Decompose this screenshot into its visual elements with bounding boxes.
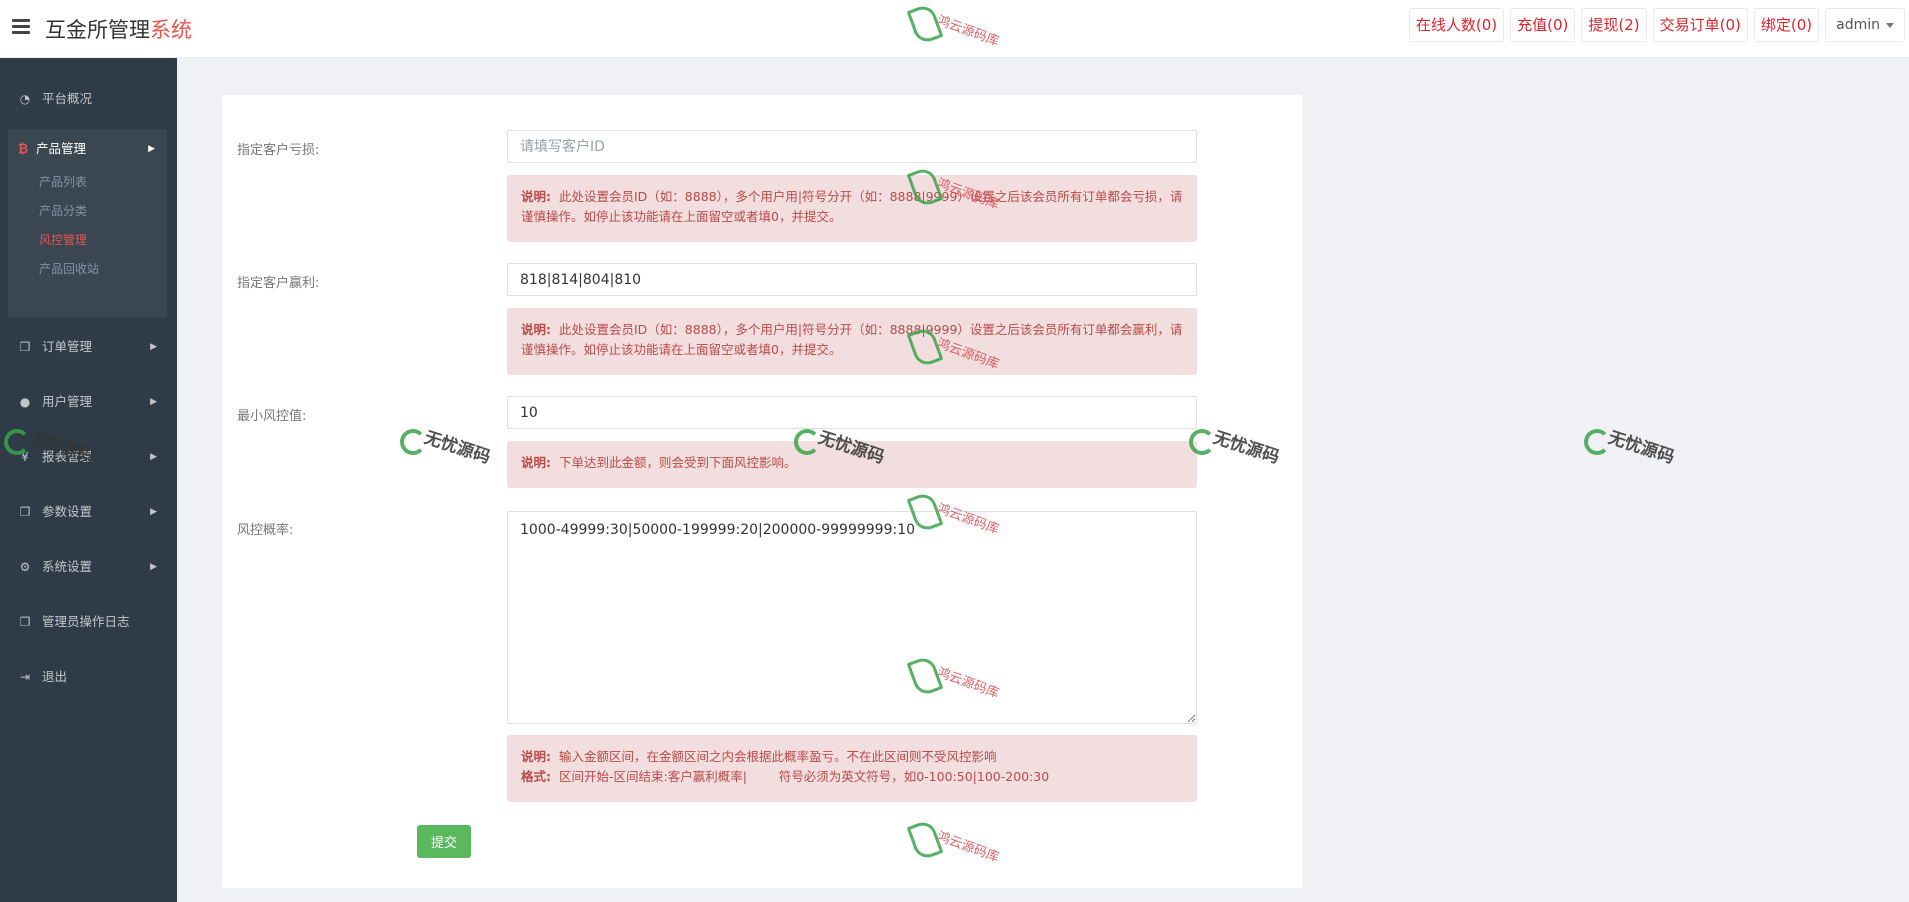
min-risk-label: 最小风控值: [237,409,307,424]
brand-title: 互金所管理系统 [45,14,192,44]
risk-rate-label: 风控概率: [237,523,294,538]
loss-customer-input[interactable] [507,130,1197,163]
loss-note: 说明: 此处设置会员ID（如：8888），多个用户用|符号分开（如：8888|99… [507,175,1197,242]
sidebar-subitem-product-category[interactable]: 产品分类 [39,201,87,221]
risk-control-form: 指定客户亏损: 说明:此处设置会员ID（如：8888），多个用户用|符号分开（如… [222,95,1302,888]
watermark-text: 无忧源码 [1605,427,1677,468]
bind-button[interactable]: 绑定(0) [1753,8,1820,42]
min-risk-input[interactable] [507,396,1197,429]
watermark: 无忧源码 [1584,425,1684,468]
sidebar-subitem-risk-control[interactable]: 风控管理 [39,230,87,250]
menu-toggle-icon[interactable] [12,19,30,35]
note-text: 此处设置会员ID（如：8888），多个用户用|符号分开（如：8888|9999）… [521,322,1183,357]
sidebar-group-products: ₿ 产品管理 ▶ 产品列表 产品分类 风控管理 产品回收站 [8,129,167,317]
dashboard-icon: ◔ [19,92,31,106]
caret-right-icon: ▶ [150,397,157,407]
win-note: 说明: 此处设置会员ID（如：8888），多个用户用|符号分开（如：8888|99… [507,308,1197,375]
recharge-button[interactable]: 充值(0) [1510,8,1576,42]
caret-right-icon: ▶ [150,452,157,462]
note-title: 说明: [521,455,551,470]
sidebar-item-label: 退出 [42,669,68,684]
brand-main: 互金所管理 [45,18,150,42]
sidebar-item-label: 产品管理 [36,141,87,156]
sidebar-item-dashboard[interactable]: ◔ 平台概况 [0,79,177,119]
note-line: 说明: 输入金额区间，在金额区间之内会根据此概率盈亏。不在此区间则不受风控影响 [521,747,1183,767]
win-customer-input[interactable] [507,263,1197,296]
sidebar-item-label: 用户管理 [42,394,93,409]
sign-out-icon: ⇥ [19,670,31,684]
note-text: 此处设置会员ID（如：8888），多个用户用|符号分开（如：8888|9999）… [521,189,1183,224]
sidebar-item-label: 管理员操作日志 [42,614,130,629]
sidebar-item-label: 参数设置 [42,504,93,519]
note-text: 输入金额区间，在金额区间之内会根据此概率盈亏。不在此区间则不受风控影响 [559,749,997,764]
withdraw-button[interactable]: 提现(2) [1581,8,1647,42]
top-nav: 在线人数(0) 充值(0) 提现(2) 交易订单(0) 绑定(0) admin [1408,8,1905,42]
risk-rate-note: 说明: 输入金额区间，在金额区间之内会根据此概率盈亏。不在此区间则不受风控影响 格… [507,735,1197,802]
caret-down-icon [1886,22,1894,28]
note-title: 格式: [521,769,551,784]
top-header: 互金所管理系统 在线人数(0) 充值(0) 提现(2) 交易订单(0) 绑定(0… [0,0,1909,58]
note-title: 说明: [521,189,551,204]
user-name: admin [1836,17,1880,33]
caret-right-icon: ▶ [148,144,155,154]
user-menu[interactable]: admin [1825,8,1905,42]
sidebar-item-label: 系统设置 [42,559,93,574]
note-line: 格式: 区间开始-区间结束:客户赢利概率| 符号必须为英文符号，如0-100:50… [521,767,1183,787]
sidebar-item-label: 订单管理 [42,339,93,354]
sidebar-subitem-product-list[interactable]: 产品列表 [39,172,87,192]
note-text: 下单达到此金额，则会受到下面风控影响。 [559,455,797,470]
submit-button[interactable]: 提交 [417,825,471,858]
online-users-button[interactable]: 在线人数(0) [1408,8,1505,42]
win-label: 指定客户赢利: [237,276,320,291]
logo-ring-icon [1584,429,1610,455]
sidebar-item-products[interactable]: ₿ 产品管理 ▶ [8,129,167,169]
yen-icon: ¥ [21,450,29,464]
brand-accent: 系统 [150,18,192,42]
sidebar-item-logout[interactable]: ⇥ 退出 [0,657,177,697]
sidebar-subitem-recycle-bin[interactable]: 产品回收站 [39,259,99,279]
sidebar-item-label: 平台概况 [42,91,93,106]
trade-orders-button[interactable]: 交易订单(0) [1652,8,1748,42]
caret-right-icon: ▶ [150,342,157,352]
note-title: 说明: [521,749,551,764]
user-icon: ● [19,395,31,409]
bitcoin-icon: ₿ [18,141,29,156]
sidebar-item-system[interactable]: ⚙ 系统设置 ▶ [0,547,177,587]
sidebar-item-label: 报表管理 [42,449,93,464]
caret-right-icon: ▶ [150,507,157,517]
sidebar-item-reports[interactable]: ¥ 报表管理 ▶ [0,437,177,477]
copy-icon: ❐ [19,615,31,629]
sidebar-item-users[interactable]: ● 用户管理 ▶ [0,382,177,422]
sidebar: ◔ 平台概况 ₿ 产品管理 ▶ 产品列表 产品分类 风控管理 产品回收站 ❐ 订单管理… [0,58,177,902]
sidebar-item-admin-log[interactable]: ❐ 管理员操作日志 [0,602,177,642]
cogs-icon: ⚙ [19,560,31,574]
loss-label: 指定客户亏损: [237,143,320,158]
copy-icon: ❐ [19,340,31,354]
note-text: 区间开始-区间结束:客户赢利概率| 符号必须为英文符号，如0-100:50|10… [559,769,1050,784]
note-title: 说明: [521,322,551,337]
copy-icon: ❐ [19,505,31,519]
sidebar-item-params[interactable]: ❐ 参数设置 ▶ [0,492,177,532]
sidebar-item-orders[interactable]: ❐ 订单管理 ▶ [0,327,177,367]
min-risk-note: 说明: 下单达到此金额，则会受到下面风控影响。 [507,441,1197,488]
risk-rate-textarea[interactable]: 1000-49999:30|50000-199999:20|200000-999… [507,511,1197,724]
caret-right-icon: ▶ [150,562,157,572]
